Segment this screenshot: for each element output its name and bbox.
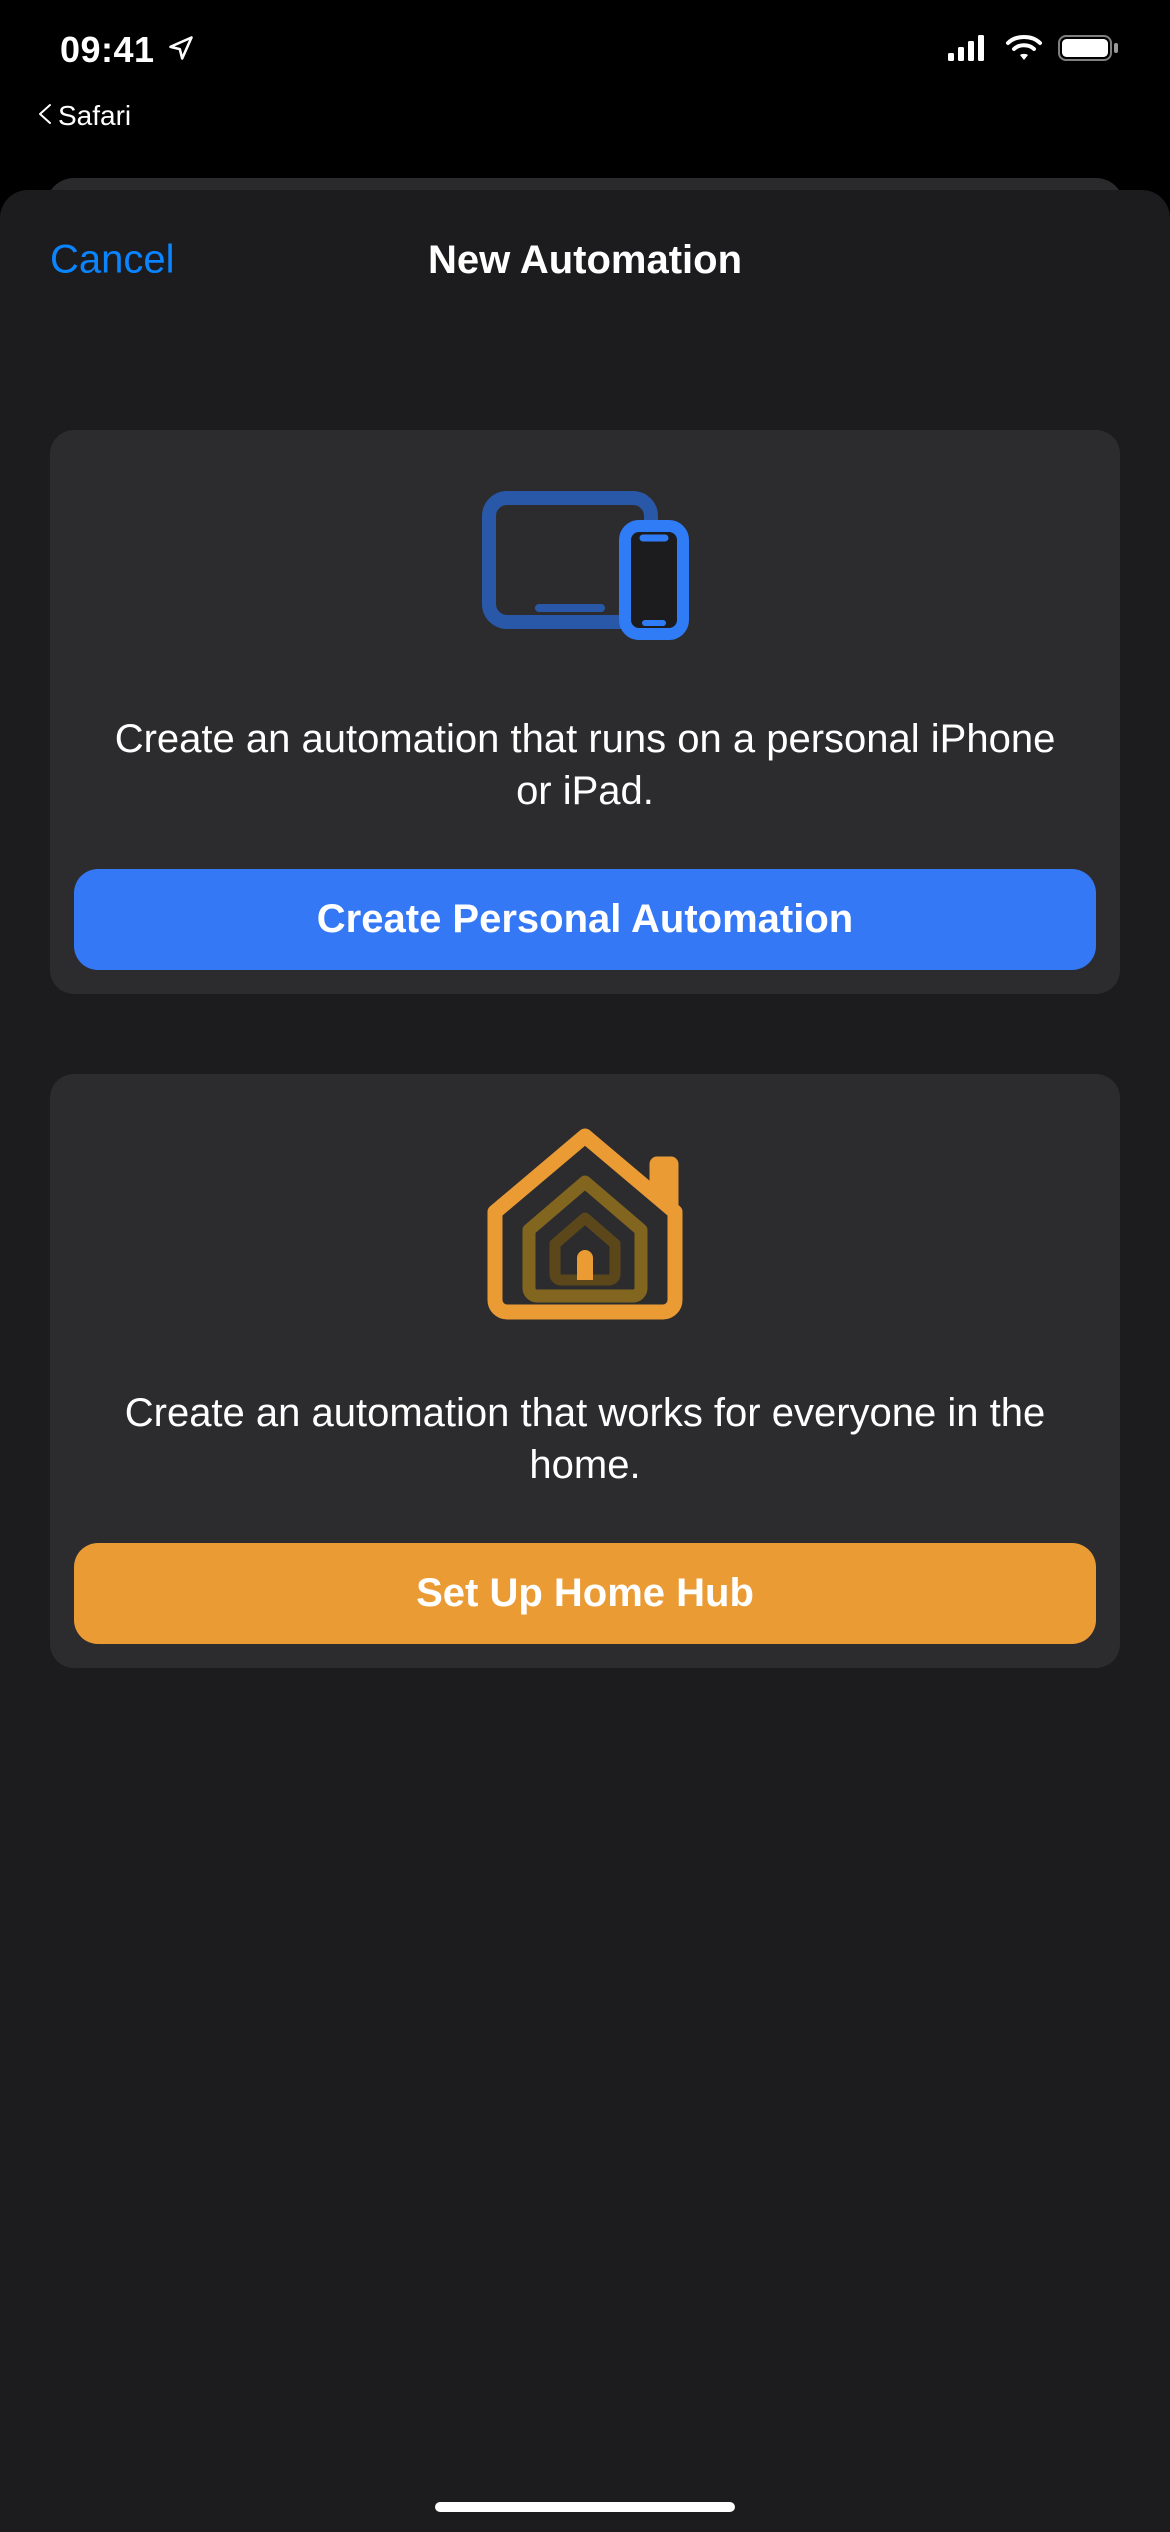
cellular-signal-icon	[948, 35, 990, 66]
wifi-icon	[1004, 34, 1044, 67]
modal-sheet: Cancel New Automation Create an automati…	[0, 190, 1170, 2532]
create-personal-automation-button[interactable]: Create Personal Automation	[74, 869, 1096, 970]
personal-card-description: Create an automation that runs on a pers…	[74, 713, 1096, 817]
content-area: Create an automation that runs on a pers…	[0, 330, 1170, 1668]
status-bar: 09:41	[0, 0, 1170, 100]
home-card-description: Create an automation that works for ever…	[74, 1387, 1096, 1491]
home-icon	[475, 1122, 695, 1327]
page-title: New Automation	[428, 238, 742, 283]
status-bar-right	[948, 34, 1120, 67]
back-to-app-button[interactable]: Safari	[0, 100, 1170, 146]
back-chevron-icon	[36, 100, 52, 132]
home-automation-card: Create an automation that works for ever…	[50, 1074, 1120, 1668]
personal-automation-card: Create an automation that runs on a pers…	[50, 430, 1120, 994]
cancel-button[interactable]: Cancel	[50, 238, 175, 283]
home-indicator[interactable]	[435, 2502, 735, 2512]
nav-bar: Cancel New Automation	[0, 190, 1170, 330]
back-to-app-label: Safari	[58, 100, 131, 132]
setup-home-hub-button[interactable]: Set Up Home Hub	[74, 1543, 1096, 1644]
location-arrow-icon	[167, 29, 195, 71]
battery-icon	[1058, 34, 1120, 67]
status-time: 09:41	[60, 29, 155, 71]
status-bar-left: 09:41	[60, 29, 195, 71]
personal-devices-icon	[465, 478, 705, 653]
